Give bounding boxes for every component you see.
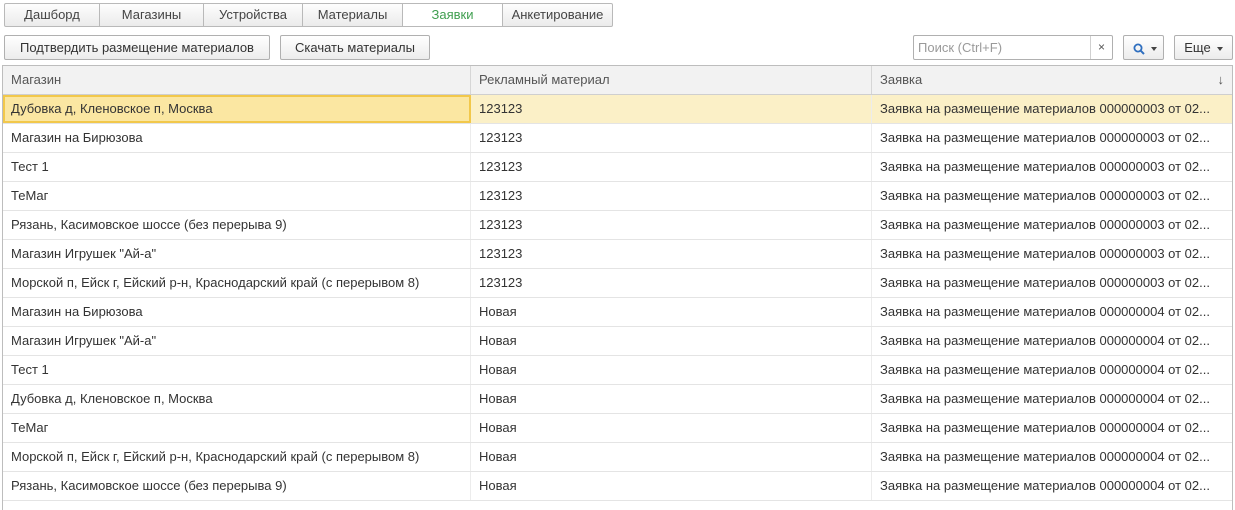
table-row[interactable]: ТеМаг Новая Заявка на размещение материало…: [3, 414, 1232, 443]
tab-surveys[interactable]: Анкетирование: [503, 3, 613, 27]
cell-store: Магазин Игрушек "Ай-а": [3, 240, 471, 268]
cell-material: Новая: [471, 327, 872, 355]
requests-table: Магазин Рекламный материал Заявка ↓ Дубо…: [2, 65, 1233, 510]
column-header-store[interactable]: Магазин: [3, 66, 471, 94]
cell-material: Новая: [471, 385, 872, 413]
table-row[interactable]: Морской п, Ейск г, Ейский р-н, Краснодар…: [3, 269, 1232, 298]
cell-request: Заявка на размещение материалов 00000000…: [880, 188, 1210, 203]
cell-request: Заявка на размещение материалов 00000000…: [880, 130, 1210, 145]
cell-material: 123123: [471, 211, 872, 239]
cell-store: Тест 1: [3, 153, 471, 181]
table-row[interactable]: Рязань, Касимовское шоссе (без перерыва …: [3, 472, 1232, 501]
cell-material: 123123: [471, 153, 872, 181]
cell-request: Заявка на размещение материалов 00000000…: [880, 159, 1210, 174]
cell-request: Заявка на размещение материалов 00000000…: [880, 420, 1210, 435]
table-row[interactable]: Магазин на Бирюзова Новая Заявка на размещ…: [3, 298, 1232, 327]
tab-stores[interactable]: Магазины: [100, 3, 204, 27]
cell-request: Заявка на размещение материалов 00000000…: [880, 478, 1210, 493]
cell-store: Морской п, Ейск г, Ейский р-н, Краснодар…: [3, 269, 471, 297]
cell-request: Заявка на размещение материалов 00000000…: [880, 362, 1210, 377]
tab-devices[interactable]: Устройства: [204, 3, 303, 27]
cell-store: Рязань, Касимовское шоссе (без перерыва …: [3, 472, 471, 500]
cell-store: Магазин на Бирюзова: [3, 298, 471, 326]
cell-material: Новая: [471, 414, 872, 442]
cell-store: Морской п, Ейск г, Ейский р-н, Краснодар…: [3, 443, 471, 471]
cell-store: Магазин на Бирюзова: [3, 124, 471, 152]
table-row[interactable]: Магазин Игрушек "Ай-а" Новая Заявка на раз…: [3, 327, 1232, 356]
search-input[interactable]: [914, 36, 1092, 59]
table-row[interactable]: Магазин на Бирюзова 123123 Заявка на разме…: [3, 124, 1232, 153]
magnifier-icon: [1133, 43, 1145, 55]
table-row[interactable]: Магазин Игрушек "Ай-а" 123123 Заявка на ра…: [3, 240, 1232, 269]
table-row[interactable]: Тест 1 Новая Заявка на размещение материал…: [3, 356, 1232, 385]
cell-material: Новая: [471, 356, 872, 384]
cell-material: 123123: [471, 269, 872, 297]
cell-request: Заявка на размещение материалов 00000000…: [880, 275, 1210, 290]
cell-store: Дубовка д, Кленовское п, Москва: [3, 95, 471, 123]
search-options-button[interactable]: [1123, 35, 1164, 60]
cell-store: Дубовка д, Кленовское п, Москва: [3, 385, 471, 413]
cell-store: Магазин Игрушек "Ай-а": [3, 327, 471, 355]
search-box: ×: [913, 35, 1113, 60]
tab-requests[interactable]: Заявки: [403, 3, 503, 27]
cell-request: Заявка на размещение материалов 00000000…: [880, 391, 1210, 406]
cell-store: ТеМаг: [3, 182, 471, 210]
cell-store: Тест 1: [3, 356, 471, 384]
table-header: Магазин Рекламный материал Заявка ↓: [3, 66, 1232, 95]
download-materials-button[interactable]: Скачать материалы: [280, 35, 430, 60]
table-row[interactable]: Тест 1 123123 Заявка на размещение материа…: [3, 153, 1232, 182]
close-icon[interactable]: ×: [1090, 36, 1112, 59]
tab-dashboard[interactable]: Дашборд: [4, 3, 100, 27]
tab-materials[interactable]: Материалы: [303, 3, 403, 27]
cell-material: 123123: [471, 240, 872, 268]
cell-material: 123123: [471, 95, 872, 123]
table-row[interactable]: Рязань, Касимовское шоссе (без перерыва …: [3, 211, 1232, 240]
more-button[interactable]: Еще: [1174, 35, 1233, 60]
cell-request: Заявка на размещение материалов 00000000…: [880, 449, 1210, 464]
confirm-placement-button[interactable]: Подтвердить размещение материалов: [4, 35, 270, 60]
cell-request: Заявка на размещение материалов 00000000…: [880, 101, 1210, 116]
column-header-request[interactable]: Заявка ↓: [872, 66, 1232, 94]
cell-store: Рязань, Касимовское шоссе (без перерыва …: [3, 211, 471, 239]
section-tabs: Дашборд Магазины Устройства Материалы За…: [4, 3, 613, 27]
table-body: Дубовка д, Кленовское п, Москва 123123 Зая…: [3, 95, 1232, 501]
cell-request: Заявка на размещение материалов 00000000…: [880, 246, 1210, 261]
sort-descending-icon[interactable]: ↓: [1218, 66, 1225, 94]
cell-request: Заявка на размещение материалов 00000000…: [880, 333, 1210, 348]
table-row[interactable]: ТеМаг 123123 Заявка на размещение материал…: [3, 182, 1232, 211]
cell-material: 123123: [471, 124, 872, 152]
column-header-material[interactable]: Рекламный материал: [471, 66, 872, 94]
more-label: Еще: [1184, 40, 1211, 55]
cell-material: Новая: [471, 298, 872, 326]
chevron-down-icon: [1216, 46, 1223, 51]
cell-material: 123123: [471, 182, 872, 210]
table-row[interactable]: Дубовка д, Кленовское п, Москва Новая Заяв…: [3, 385, 1232, 414]
chevron-down-icon: [1150, 46, 1157, 51]
table-row[interactable]: Дубовка д, Кленовское п, Москва 123123 Зая…: [3, 95, 1232, 124]
column-header-request-label: Заявка: [880, 72, 923, 87]
cell-request: Заявка на размещение материалов 00000000…: [880, 304, 1210, 319]
cell-request: Заявка на размещение материалов 00000000…: [880, 217, 1210, 232]
table-row[interactable]: Морской п, Ейск г, Ейский р-н, Краснодар…: [3, 443, 1232, 472]
cell-material: Новая: [471, 472, 872, 500]
cell-material: Новая: [471, 443, 872, 471]
cell-store: ТеМаг: [3, 414, 471, 442]
